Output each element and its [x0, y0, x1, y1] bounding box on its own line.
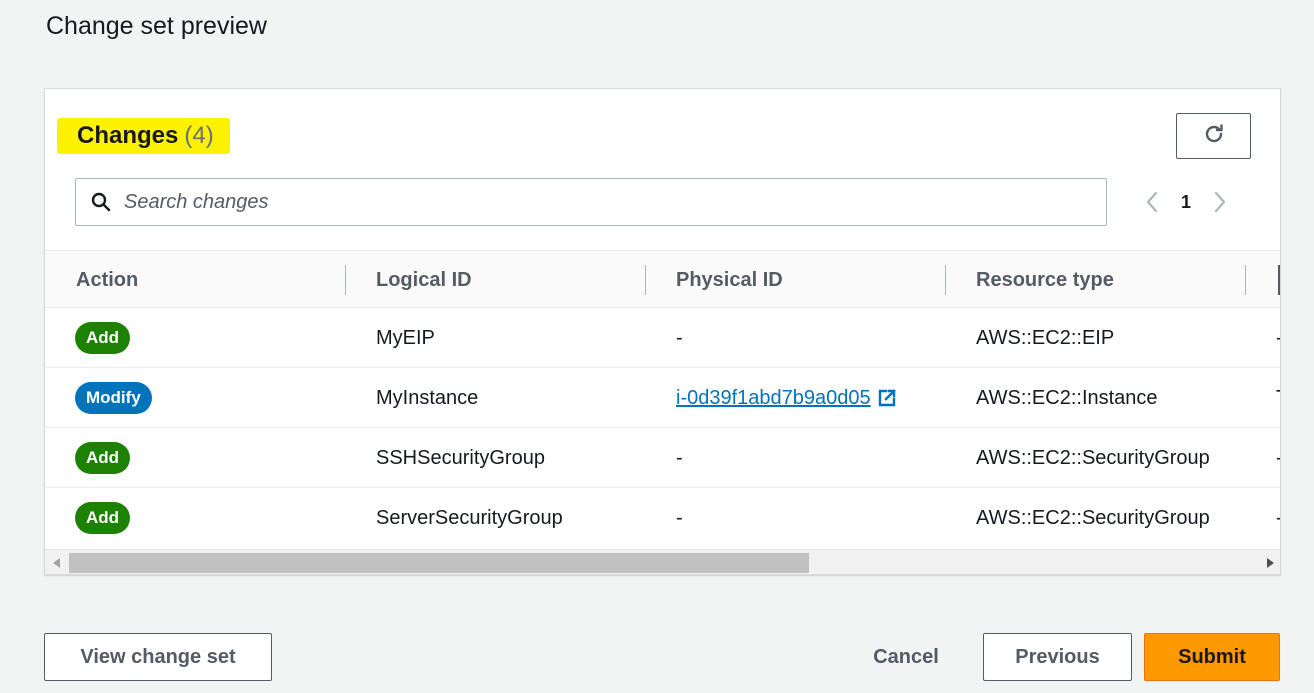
- truncated-cell: T: [1276, 368, 1280, 428]
- action-badge-add: Add: [75, 322, 131, 354]
- logical-id-cell: MyEIP: [376, 326, 435, 349]
- physical-id-link[interactable]: i-0d39f1abd7b9a0d05: [676, 387, 897, 410]
- resource-type-cell: AWS::EC2::Instance: [976, 386, 1158, 409]
- pagination: 1: [1138, 186, 1234, 218]
- action-badge-add: Add: [75, 442, 131, 474]
- cancel-button[interactable]: Cancel: [856, 633, 956, 681]
- truncated-cell: -: [1276, 428, 1280, 488]
- external-link-icon[interactable]: [877, 388, 897, 408]
- truncated-cell: -: [1276, 308, 1280, 368]
- previous-page-button[interactable]: [1138, 186, 1166, 218]
- logical-id-cell: ServerSecurityGroup: [376, 506, 563, 529]
- resource-type-cell: AWS::EC2::SecurityGroup: [976, 446, 1210, 469]
- physical-id-cell: -: [676, 326, 683, 349]
- action-badge-add: Add: [75, 502, 131, 534]
- search-field[interactable]: [75, 178, 1107, 226]
- physical-id-link-text[interactable]: i-0d39f1abd7b9a0d05: [676, 387, 871, 410]
- previous-button[interactable]: Previous: [983, 633, 1132, 681]
- table-row: Modify MyInstance i-0d39f1abd7b9a0d05 AW…: [45, 368, 1280, 428]
- logical-id-cell: MyInstance: [376, 386, 479, 409]
- column-header-action[interactable]: Action: [76, 251, 138, 309]
- column-header-physical-id[interactable]: Physical ID: [676, 251, 783, 309]
- table-row: Add SSHSecurityGroup - AWS::EC2::Securit…: [45, 428, 1280, 488]
- view-change-set-button[interactable]: View change set: [44, 633, 272, 681]
- chevron-right-icon: [1214, 191, 1226, 213]
- page-number[interactable]: 1: [1166, 192, 1206, 213]
- column-resizer[interactable]: [645, 265, 646, 295]
- changes-header: Changes (4): [57, 118, 230, 154]
- search-input[interactable]: [124, 190, 1024, 214]
- truncated-cell: -: [1276, 488, 1280, 548]
- horizontal-scrollbar[interactable]: [45, 549, 1280, 574]
- table-row: Add MyEIP - AWS::EC2::EIP -: [45, 308, 1280, 368]
- physical-id-cell: -: [676, 446, 683, 469]
- search-icon: [90, 191, 112, 213]
- scroll-right-arrow-icon[interactable]: [1258, 550, 1280, 574]
- table-header: Action Logical ID Physical ID Resource t…: [45, 250, 1280, 309]
- action-badge-modify: Modify: [75, 382, 152, 414]
- scrollbar-thumb[interactable]: [69, 553, 809, 573]
- page-title: Change set preview: [46, 12, 267, 40]
- table-row: Add ServerSecurityGroup - AWS::EC2::Secu…: [45, 488, 1280, 548]
- column-header-logical-id[interactable]: Logical ID: [376, 251, 472, 309]
- submit-button[interactable]: Submit: [1144, 633, 1280, 681]
- column-resizer[interactable]: [945, 265, 946, 295]
- physical-id-cell: -: [676, 506, 683, 529]
- changes-count: (4): [184, 122, 214, 149]
- changes-panel: Changes (4) 1 Action: [44, 88, 1281, 575]
- refresh-icon: [1202, 122, 1226, 151]
- changes-title: Changes: [77, 122, 179, 149]
- scroll-left-arrow-icon[interactable]: [45, 550, 69, 574]
- column-resizer[interactable]: [1245, 265, 1246, 295]
- changes-table: Action Logical ID Physical ID Resource t…: [45, 250, 1280, 548]
- refresh-button[interactable]: [1176, 113, 1251, 159]
- resource-type-cell: AWS::EC2::EIP: [976, 326, 1115, 349]
- next-page-button[interactable]: [1206, 186, 1234, 218]
- logical-id-cell: SSHSecurityGroup: [376, 446, 545, 469]
- column-header-resource-type[interactable]: Resource type: [976, 251, 1114, 309]
- column-resizer[interactable]: [345, 265, 346, 295]
- next-column-header-edge: [1278, 265, 1280, 295]
- chevron-left-icon: [1146, 191, 1158, 213]
- resource-type-cell: AWS::EC2::SecurityGroup: [976, 506, 1210, 529]
